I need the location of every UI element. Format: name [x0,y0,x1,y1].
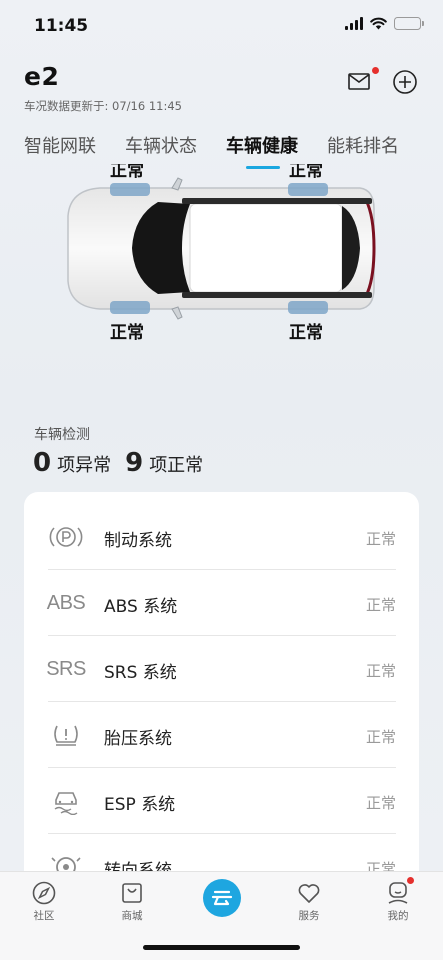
profile-icon [388,882,408,904]
status-bar: 11:45 [0,0,443,52]
tabbar-label: 社区 [33,910,55,922]
system-status: 正常 [365,662,396,680]
tire-rear-left [288,183,328,196]
esp-icon [48,786,84,816]
tabbar-mall[interactable]: 商城 [102,880,162,923]
tabbar-community[interactable]: 社区 [14,880,74,923]
heart-icon [298,884,320,903]
home-logo-icon[interactable] [203,879,241,917]
abs-icon: ABS [46,591,86,614]
system-row-brake[interactable]: 制动系统 正常 [48,504,396,570]
tire-status-front-right: 正常 [110,323,144,343]
system-status: 正常 [365,794,396,812]
tabbar-label: 商城 [121,910,143,922]
tabbar-label: 服务 [298,910,320,922]
status-icons [345,17,424,30]
shopping-bag-icon [122,883,142,903]
system-row-esp[interactable]: ESP 系统 正常 [48,768,396,834]
tab-energy-ranking[interactable]: 能耗排名 [327,132,399,158]
abnormal-label: 项异常 [57,455,112,476]
profile-badge [407,877,414,884]
system-row-tire-pressure[interactable]: 胎压系统 正常 [48,702,396,768]
system-name: ABS 系统 [104,597,178,617]
parking-brake-icon [48,522,84,552]
systems-card: 制动系统 正常 ABS ABS 系统 正常 SRS SRS 系统 正常 胎压系统… [24,492,419,892]
battery-icon [394,17,424,30]
tire-front-right [110,301,150,314]
system-name: SRS 系统 [104,663,177,683]
mail-badge [372,67,379,74]
system-status: 正常 [365,596,396,614]
tire-pressure-icon [48,720,84,750]
tab-vehicle-health[interactable]: 车辆健康 [226,132,298,158]
tab-connectivity[interactable]: 智能网联 [24,132,96,158]
system-name: 制动系统 [104,531,172,551]
system-status: 正常 [365,728,396,746]
active-tab-indicator [246,166,280,169]
tabbar-service[interactable]: 服务 [279,880,339,923]
tire-status-front-left: 正常 [110,164,144,178]
normal-label: 项正常 [149,455,204,476]
system-name: ESP 系统 [104,795,176,815]
tabbar-me[interactable]: 我的 [368,880,428,923]
srs-icon: SRS [46,657,86,680]
system-name: 胎压系统 [104,729,172,749]
abnormal-count: 0 [33,448,52,478]
vehicle-name: e2 [24,62,60,91]
add-icon[interactable] [392,69,418,95]
inspection-summary: 0 项异常 9 项正常 [33,448,217,478]
status-time: 11:45 [34,16,89,36]
top-tabs: 智能网联 车辆状态 车辆健康 能耗排名 [0,128,443,172]
system-row-abs[interactable]: ABS ABS 系统 正常 [46,570,396,636]
tire-status-rear-right: 正常 [289,323,323,343]
system-status: 正常 [365,530,396,548]
system-row-srs[interactable]: SRS SRS 系统 正常 [46,636,396,702]
signal-icon [345,17,363,30]
tire-front-left [110,183,150,196]
home-indicator [143,945,300,950]
wifi-icon [370,17,387,30]
tire-status-rear-left: 正常 [289,164,323,178]
compass-icon [32,881,56,905]
normal-count: 9 [125,448,144,478]
inspection-label: 车辆检测 [34,427,90,443]
tab-vehicle-status[interactable]: 车辆状态 [125,132,197,158]
car-top-view-image [67,177,376,320]
tire-rear-right [288,301,328,314]
update-time: 车况数据更新于: 07/16 11:45 [24,99,182,113]
tabbar-label: 我的 [387,910,409,922]
mail-icon[interactable] [347,69,371,93]
